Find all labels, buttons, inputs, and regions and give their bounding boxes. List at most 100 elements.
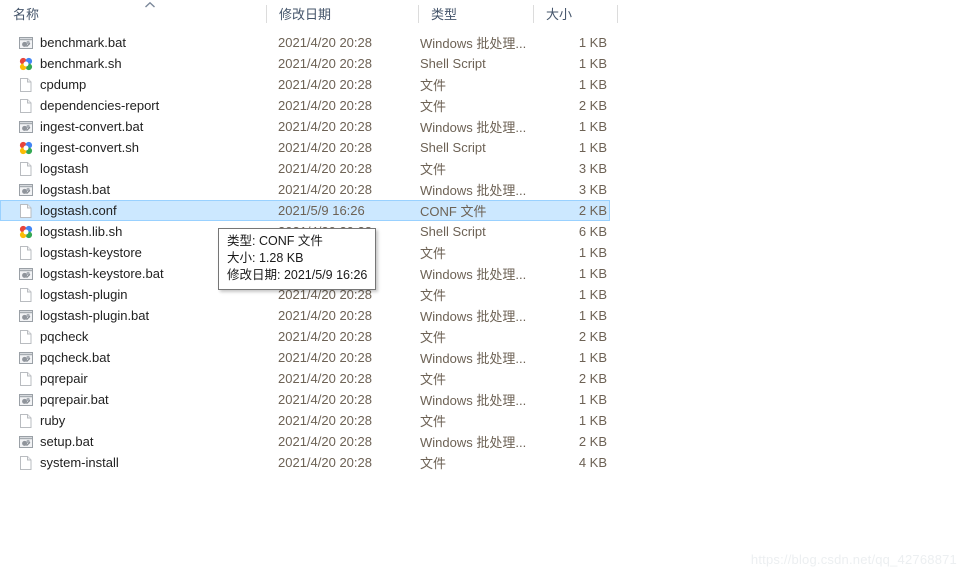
cell-file-name[interactable]: system-install	[18, 452, 266, 473]
file-name-label: logstash	[40, 161, 89, 176]
cell-date-modified: 2021/5/9 16:26	[278, 203, 365, 218]
cell-file-name[interactable]: cpdump	[18, 74, 266, 95]
file-name-label: logstash-keystore.bat	[40, 266, 164, 281]
column-header-size[interactable]: 大小	[533, 0, 618, 28]
tooltip-line-size: 大小: 1.28 KB	[227, 251, 304, 265]
file-name-label: logstash-keystore	[40, 245, 142, 260]
cell-file-name[interactable]: logstash	[18, 158, 266, 179]
column-header-name[interactable]: 名称	[0, 0, 266, 28]
cell-file-size: 2 KB	[578, 203, 607, 218]
generic-file-icon	[18, 455, 34, 471]
file-name-label: logstash-plugin.bat	[40, 308, 150, 323]
column-divider[interactable]	[617, 5, 618, 23]
cell-file-name[interactable]: ingest-convert.sh	[18, 137, 266, 158]
cell-file-name[interactable]: ingest-convert.bat	[18, 116, 266, 137]
cell-date-modified: 2021/4/20 20:28	[278, 161, 372, 176]
cell-file-type: CONF 文件	[420, 204, 487, 219]
table-row[interactable]: cpdump 2021/4/20 20:28 文件 1 KB	[0, 74, 610, 95]
column-header-date-modified[interactable]: 修改日期	[266, 0, 418, 28]
cell-file-name[interactable]: logstash-plugin.bat	[18, 305, 266, 326]
table-row[interactable]: ingest-convert.bat 2021/4/20 20:28 Windows…	[0, 116, 610, 137]
cell-file-size: 1 KB	[578, 35, 607, 50]
file-name-label: logstash.bat	[40, 182, 111, 197]
table-row-selected[interactable]: logstash.conf 2021/5/9 16:26 CONF 文件 2 KB	[0, 200, 610, 221]
table-row[interactable]: pqcheck 2021/4/20 20:28 文件 2 KB	[0, 326, 610, 347]
cell-file-name[interactable]: pqrepair	[18, 368, 266, 389]
cell-date-modified: 2021/4/20 20:28	[278, 182, 372, 197]
tooltip-line-date: 修改日期: 2021/5/9 16:26	[227, 268, 368, 282]
table-row[interactable]: system-install 2021/4/20 20:28 文件 4 KB	[0, 452, 610, 473]
cell-file-name[interactable]: pqcheck.bat	[18, 347, 266, 368]
cell-file-name[interactable]: benchmark.sh	[18, 53, 266, 74]
cell-file-size: 2 KB	[578, 371, 607, 386]
cell-file-size: 1 KB	[578, 140, 607, 155]
table-row[interactable]: benchmark.bat 2021/4/20 20:28 Windows 批处理.…	[0, 32, 610, 53]
cell-file-name[interactable]: pqrepair.bat	[18, 389, 266, 410]
cell-file-size: 2 KB	[578, 98, 607, 113]
table-row[interactable]: setup.bat 2021/4/20 20:28 Windows 批处理... 2 …	[0, 431, 610, 452]
cell-file-type: 文件	[420, 78, 447, 93]
table-row[interactable]: pqrepair.bat 2021/4/20 20:28 Windows 批处理..…	[0, 389, 610, 410]
cell-file-size: 1 KB	[578, 266, 607, 281]
cell-file-type: 文件	[420, 372, 447, 387]
file-info-tooltip: 类型: CONF 文件 大小: 1.28 KB 修改日期: 2021/5/9 1…	[218, 228, 377, 290]
cell-file-type: Shell Script	[420, 140, 486, 155]
file-name-label: system-install	[40, 455, 119, 470]
table-row[interactable]: ingest-convert.sh 2021/4/20 20:28 Shell Sc…	[0, 137, 610, 158]
file-name-label: cpdump	[40, 77, 87, 92]
file-name-label: ruby	[40, 413, 66, 428]
cell-file-name[interactable]: dependencies-report	[18, 95, 266, 116]
cell-file-type: Windows 批处理...	[420, 183, 527, 198]
table-row[interactable]: logstash.bat 2021/4/20 20:28 Windows 批处理..…	[0, 179, 610, 200]
column-divider[interactable]	[533, 5, 534, 23]
column-header-type-label: 类型	[431, 6, 458, 22]
file-name-label: pqcheck.bat	[40, 350, 111, 365]
cell-file-type: Windows 批处理...	[420, 309, 527, 324]
cell-file-type: 文件	[420, 456, 447, 471]
table-row[interactable]: pqcheck.bat 2021/4/20 20:28 Windows 批处理...…	[0, 347, 610, 368]
cell-file-type: 文件	[420, 246, 447, 261]
table-row[interactable]: ruby 2021/4/20 20:28 文件 1 KB	[0, 410, 610, 431]
generic-file-icon	[18, 245, 34, 261]
cell-file-type: Windows 批处理...	[420, 435, 527, 450]
cell-file-name[interactable]: logstash.bat	[18, 179, 266, 200]
cell-file-size: 4 KB	[578, 455, 607, 470]
cell-file-size: 3 KB	[578, 182, 607, 197]
tooltip-line-type: 类型: CONF 文件	[227, 234, 323, 248]
watermark-text: https://blog.csdn.net/qq_42768871	[750, 552, 957, 567]
table-row[interactable]: logstash 2021/4/20 20:28 文件 3 KB	[0, 158, 610, 179]
cell-file-name[interactable]: benchmark.bat	[18, 32, 266, 53]
table-row[interactable]: benchmark.sh 2021/4/20 20:28 Shell Script 1…	[0, 53, 610, 74]
column-header-bar[interactable]: 名称 修改日期 类型 大小	[0, 0, 618, 28]
file-name-label: pqrepair	[40, 371, 88, 386]
cell-file-size: 2 KB	[578, 434, 607, 449]
generic-file-icon	[18, 413, 34, 429]
file-name-label: dependencies-report	[40, 98, 160, 113]
cell-file-name[interactable]: logstash.conf	[18, 201, 266, 220]
cell-file-type: Shell Script	[420, 224, 486, 239]
cell-file-name[interactable]: ruby	[18, 410, 266, 431]
file-name-label: ingest-convert.sh	[40, 140, 139, 155]
cell-file-name[interactable]: setup.bat	[18, 431, 266, 452]
cell-file-type: 文件	[420, 162, 447, 177]
cell-file-type: Windows 批处理...	[420, 36, 527, 51]
cell-file-size: 1 KB	[578, 287, 607, 302]
shell-file-icon	[18, 224, 34, 240]
table-row[interactable]: dependencies-report 2021/4/20 20:28 文件 2 KB	[0, 95, 610, 116]
cell-file-size: 1 KB	[578, 245, 607, 260]
cell-file-name[interactable]: pqcheck	[18, 326, 266, 347]
bat-file-icon	[18, 266, 34, 282]
cell-date-modified: 2021/4/20 20:28	[278, 56, 372, 71]
column-divider[interactable]	[266, 5, 267, 23]
column-header-type[interactable]: 类型	[418, 0, 533, 28]
cell-file-size: 3 KB	[578, 161, 607, 176]
generic-file-icon	[18, 287, 34, 303]
cell-date-modified: 2021/4/20 20:28	[278, 413, 372, 428]
table-row[interactable]: pqrepair 2021/4/20 20:28 文件 2 KB	[0, 368, 610, 389]
generic-file-icon	[18, 98, 34, 114]
column-divider[interactable]	[418, 5, 419, 23]
generic-file-icon	[18, 161, 34, 177]
table-row[interactable]: logstash-plugin.bat 2021/4/20 20:28 Window…	[0, 305, 610, 326]
cell-file-size: 1 KB	[578, 77, 607, 92]
cell-file-type: 文件	[420, 99, 447, 114]
